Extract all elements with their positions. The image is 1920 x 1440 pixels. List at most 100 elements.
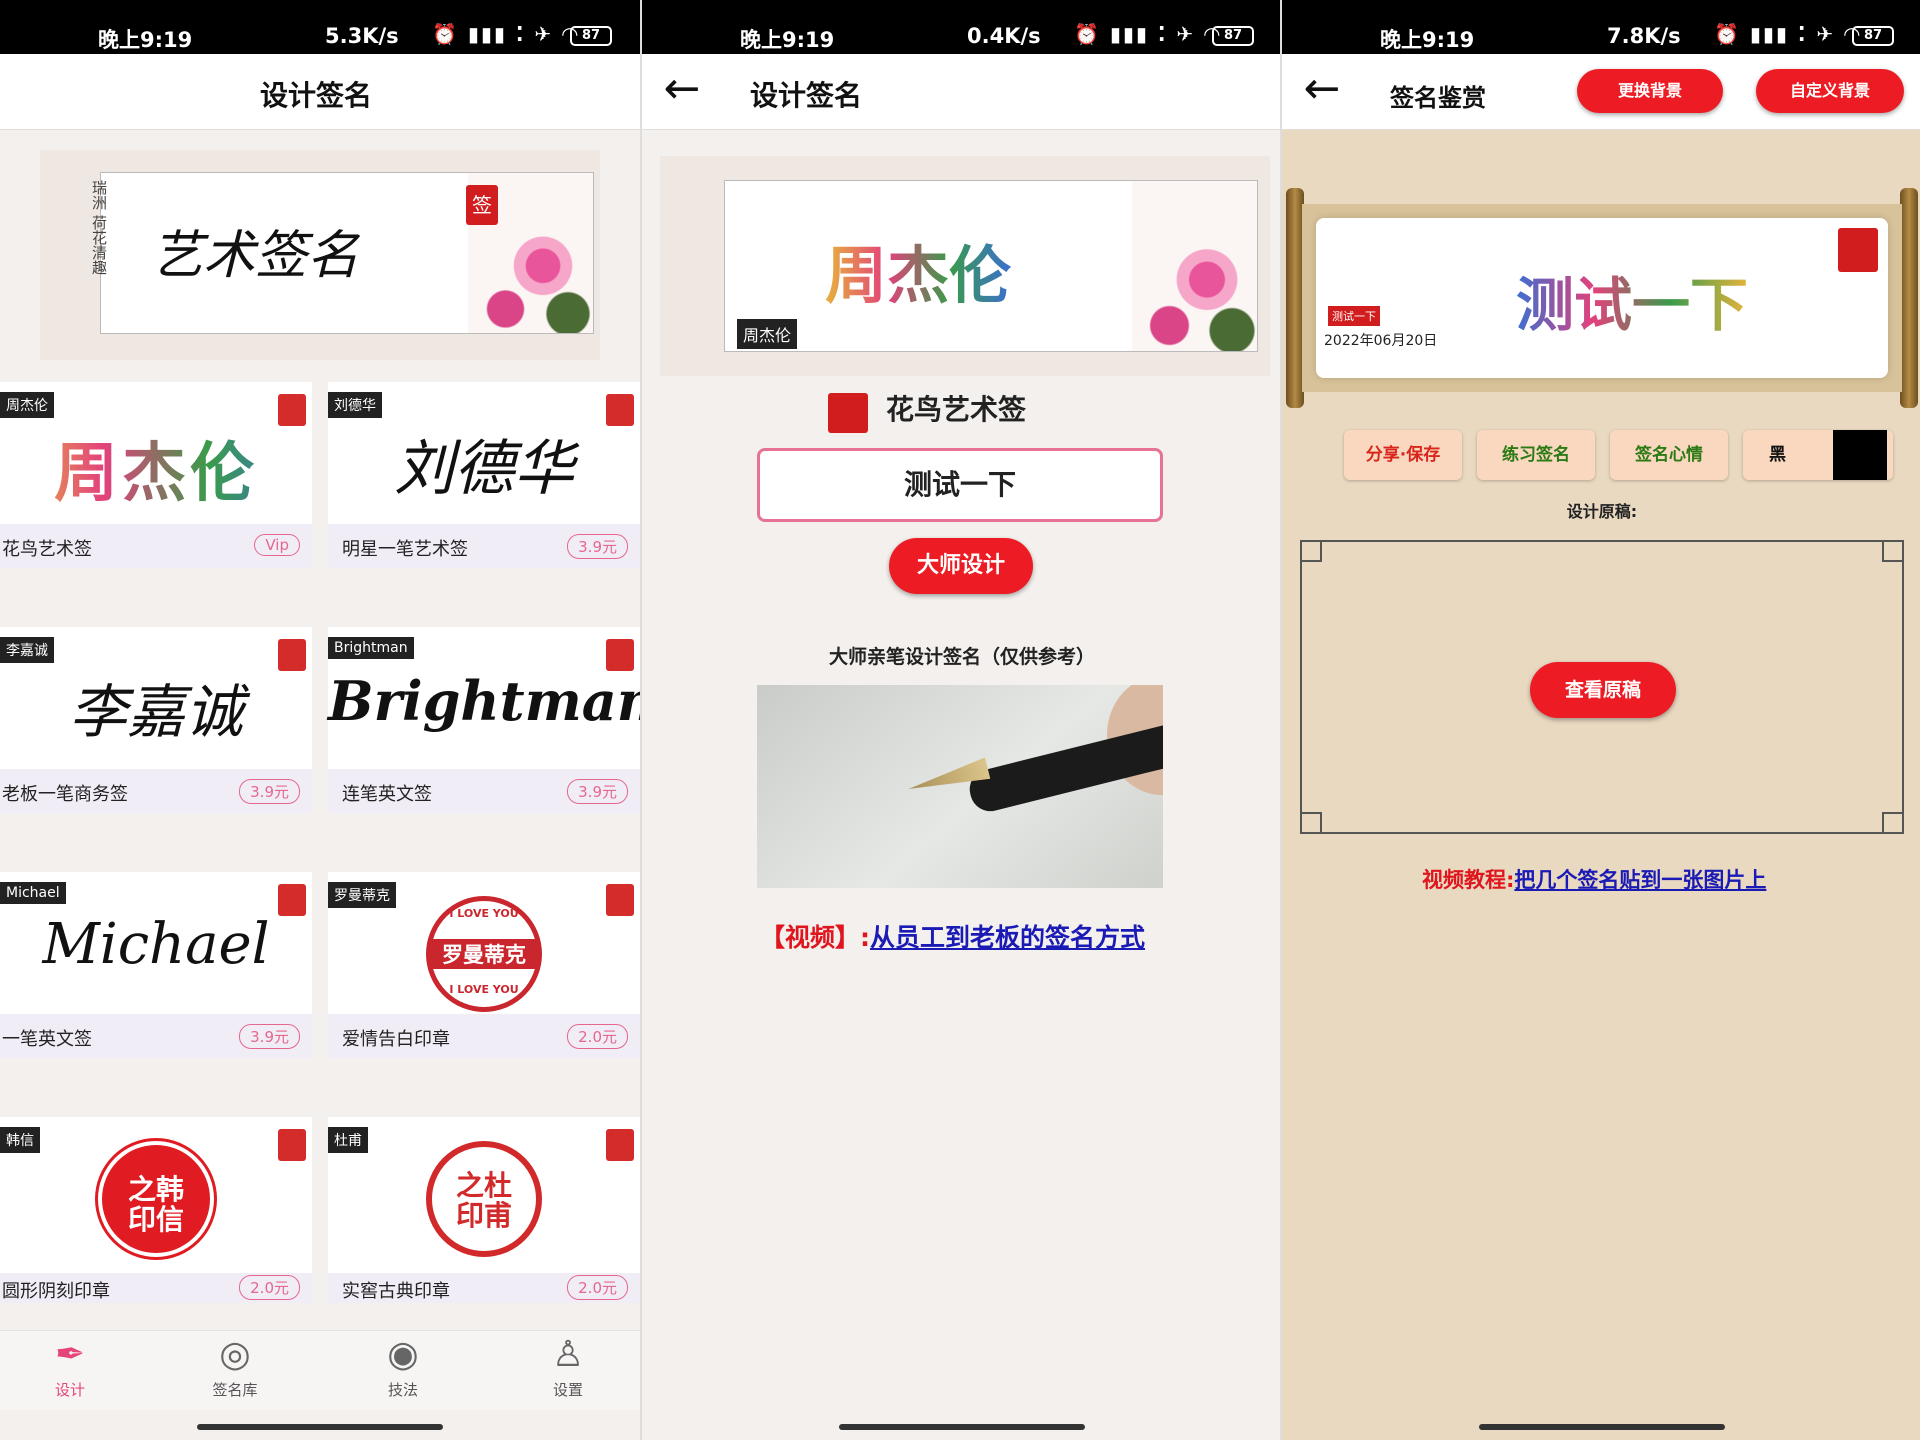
status-bar: 晚上9:19 0.4K/s ⏰ ▮▮▮ ⁚ ✈ ◠ 87: [642, 0, 1280, 54]
back-arrow-icon[interactable]: ←: [652, 66, 712, 116]
price-badge: 3.9元: [567, 779, 628, 804]
card-tag: 李嘉诚: [0, 637, 54, 663]
card-classic-seal[interactable]: 之杜 印甫 杜甫 实窖古典印章 2.0元: [328, 1117, 640, 1303]
title-bar: ← 设计签名: [642, 54, 1280, 130]
love-stamp: I LOVE YOU 罗曼蒂克 I LOVE YOU: [426, 896, 542, 1012]
card-boss-business[interactable]: 李嘉诚 李嘉诚 老板一笔商务签 3.9元: [0, 627, 312, 813]
scroll-date: 2022年06月20日: [1324, 333, 1438, 349]
hero-banner[interactable]: 艺术签名 签: [100, 172, 594, 334]
seal-icon: [278, 394, 306, 426]
scroll-signature: 测试一下: [1516, 258, 1748, 342]
scroll-name-tag: 测试一下: [1328, 306, 1380, 326]
card-flower-bird[interactable]: 周杰伦 周杰伦 花鸟艺术签 Vip: [0, 382, 312, 568]
status-net-speed: 0.4K/s: [967, 24, 1041, 48]
card-art-text: 周杰伦: [0, 422, 312, 514]
card-cursive-english[interactable]: Brightman Brightman 连笔英文签 3.9元: [328, 627, 640, 813]
card-art-text: 刘德华: [394, 434, 574, 504]
share-save-button[interactable]: 分享·保存: [1344, 430, 1462, 480]
card-name: 实窖古典印章: [342, 1281, 450, 1302]
status-time: 晚上9:19: [98, 28, 193, 52]
seal-icon: [278, 884, 306, 916]
card-tag: 罗曼蒂克: [328, 882, 396, 908]
bottom-tab-bar: ✒ 设计 ◎ 签名库 ◉ 技法 ♙ 设置: [0, 1330, 640, 1410]
status-bar: 晚上9:19 5.3K/s ⏰ ▮▮▮ ⁚ ✈ ◠ 87: [0, 0, 640, 54]
preview-banner: 周杰伦 周杰伦: [724, 180, 1258, 352]
view-draft-button[interactable]: 查看原稿: [1530, 662, 1676, 718]
tutorial-link[interactable]: 把几个签名贴到一张图片上: [1514, 868, 1766, 892]
status-net-speed: 5.3K/s: [325, 24, 399, 48]
quill-icon: ✒: [54, 1334, 86, 1375]
battery-icon: 87: [1212, 26, 1254, 46]
seal-icon: [278, 1129, 306, 1161]
card-tag: 韩信: [0, 1127, 40, 1153]
preview-name-tag: 周杰伦: [737, 319, 798, 349]
card-art-text: 李嘉诚: [68, 678, 243, 746]
price-badge: 3.9元: [239, 1024, 300, 1049]
home-indicator[interactable]: [197, 1424, 443, 1430]
page-title: 设计签名: [260, 79, 373, 112]
card-name: 爱情告白印章: [342, 1029, 450, 1050]
card-tag: 刘德华: [328, 392, 382, 418]
screen-signature-appreciation: 晚上9:19 7.8K/s ⏰ ▮▮▮ ⁚ ✈ ◠ 87 ← 签名鉴赏 更换背景…: [1280, 0, 1920, 1440]
page-title: 签名鉴赏: [1390, 84, 1486, 112]
card-love-seal[interactable]: I LOVE YOU 罗曼蒂克 I LOVE YOU 罗曼蒂克 爱情告白印章 2.…: [328, 872, 640, 1058]
video-link-line: 【视频】:从员工到老板的签名方式: [760, 923, 1146, 952]
master-design-button[interactable]: 大师设计: [889, 538, 1033, 594]
price-badge: 2.0元: [567, 1024, 628, 1049]
card-art-text: Michael: [42, 912, 270, 977]
tutorial-link-line: 视频教程:把几个签名贴到一张图片上: [1422, 868, 1767, 892]
signature-mood-button[interactable]: 签名心情: [1610, 430, 1728, 480]
scroll-seal-icon: [1838, 228, 1878, 272]
price-badge: 3.9元: [239, 779, 300, 804]
eye-icon: ◉: [387, 1334, 419, 1375]
back-arrow-icon[interactable]: ←: [1292, 66, 1352, 116]
video-link[interactable]: 从员工到老板的签名方式: [870, 923, 1145, 952]
price-badge: Vip: [254, 534, 300, 556]
practice-signature-button[interactable]: 练习签名: [1477, 430, 1595, 480]
color-label: 黑: [1769, 445, 1786, 465]
title-bar: 设计签名: [0, 54, 640, 130]
change-background-button[interactable]: 更换背景: [1577, 69, 1723, 113]
master-caption: 大师亲笔设计签名（仅供参考）: [828, 646, 1095, 668]
tab-design[interactable]: ✒ 设计: [10, 1331, 130, 1411]
card-tag: Brightman: [328, 637, 414, 659]
style-seal-icon: [828, 393, 868, 433]
banner-seal: 签: [466, 185, 498, 225]
preview-signature: 周杰伦: [825, 225, 1011, 315]
custom-background-button[interactable]: 自定义背景: [1756, 69, 1904, 113]
aperture-icon: ◎: [219, 1334, 251, 1375]
tab-techniques[interactable]: ◉ 技法: [343, 1331, 463, 1411]
banner-signature: 艺术签名: [151, 226, 360, 286]
card-round-seal[interactable]: 之韩 印信 韩信 圆形阴刻印章 2.0元: [0, 1117, 312, 1303]
style-title: 花鸟艺术签: [886, 393, 1027, 426]
battery-icon: 87: [1852, 26, 1894, 46]
seal-icon: [606, 1129, 634, 1161]
card-name: 花鸟艺术签: [2, 539, 92, 560]
status-bar: 晚上9:19 7.8K/s ⏰ ▮▮▮ ⁚ ✈ ◠ 87: [1282, 0, 1920, 54]
card-tag: 周杰伦: [0, 392, 54, 418]
price-badge: 2.0元: [567, 1275, 628, 1300]
peony-art: [1132, 181, 1257, 351]
status-time: 晚上9:19: [1380, 28, 1475, 52]
card-tag: 杜甫: [328, 1127, 368, 1153]
card-star-one-stroke[interactable]: 刘德华 刘德华 明星一笔艺术签 3.9元: [328, 382, 640, 568]
home-indicator[interactable]: [1479, 1424, 1725, 1430]
banner-side-text: 瑞洲 荷花清趣: [90, 180, 108, 275]
price-badge: 3.9元: [567, 534, 628, 559]
status-icons: ⏰ ▮▮▮ ⁚ ✈ ◠: [1074, 22, 1222, 46]
tab-signature-library[interactable]: ◎ 签名库: [175, 1331, 295, 1411]
seal-icon: [278, 639, 306, 671]
user-icon: ♙: [551, 1334, 585, 1375]
screen-design-detail: 晚上9:19 0.4K/s ⏰ ▮▮▮ ⁚ ✈ ◠ 87 ← 设计签名 周杰伦 …: [640, 0, 1280, 1440]
pen-writing-video[interactable]: [757, 685, 1163, 888]
card-one-stroke-english[interactable]: Michael Michael 一笔英文签 3.9元: [0, 872, 312, 1058]
status-icons: ⏰ ▮▮▮ ⁚ ✈ ◠: [432, 22, 580, 46]
seal-icon: [606, 884, 634, 916]
card-name: 圆形阴刻印章: [2, 1281, 110, 1302]
status-time: 晚上9:19: [740, 28, 835, 52]
color-selector[interactable]: 黑: [1743, 430, 1893, 480]
name-input[interactable]: 测试一下: [757, 448, 1163, 522]
card-name: 明星一笔艺术签: [342, 539, 468, 560]
home-indicator[interactable]: [839, 1424, 1085, 1430]
tab-settings[interactable]: ♙ 设置: [508, 1331, 628, 1411]
